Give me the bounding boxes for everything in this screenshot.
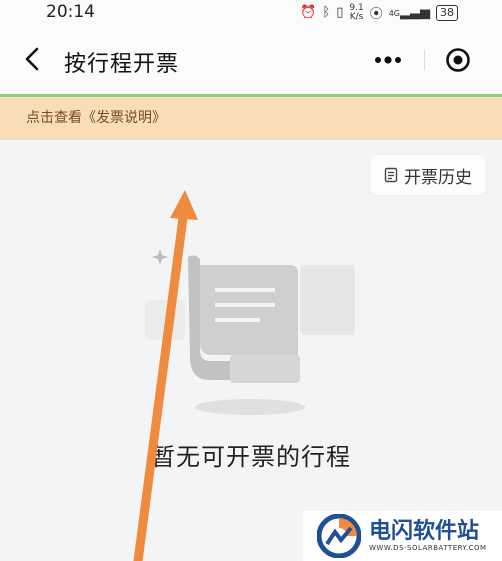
close-miniprogram-button[interactable] <box>434 40 482 80</box>
watermark-url: WWW.DS-SOLARBATTERY.COM <box>369 544 487 552</box>
signal-icon: 4G▂▃▅ <box>388 5 430 20</box>
invoice-notice-banner[interactable]: 点击查看《发票说明》 <box>0 97 502 140</box>
wifi-icon: ⦿ <box>369 7 383 22</box>
more-button[interactable] <box>352 40 424 80</box>
empty-invoice-illustration <box>145 249 355 415</box>
more-dots-icon <box>375 56 401 64</box>
chevron-left-icon <box>25 47 39 71</box>
status-time: 20:14 <box>46 2 95 22</box>
vibrate-icon: ▯ <box>336 5 344 20</box>
bluetooth-icon: ᛒ <box>322 5 331 20</box>
invoice-history-button[interactable]: 开票历史 <box>370 155 486 195</box>
battery-indicator: 38 <box>436 4 458 21</box>
page-title: 按行程开票 <box>64 52 180 77</box>
watermark-title: 电闪软件站 <box>369 519 480 544</box>
empty-state-text: 暂无可开票的行程 <box>151 443 351 471</box>
watermark: 电闪软件站 WWW.DS-SOLARBATTERY.COM <box>303 511 502 561</box>
target-icon <box>446 48 470 72</box>
status-icons: ⏰ ᛒ ▯ 9.1 K/s ⦿ 4G▂▃▅ 38 <box>300 3 458 22</box>
alarm-icon: ⏰ <box>300 5 317 20</box>
site-logo <box>317 514 361 558</box>
miniprogram-capsule <box>352 40 490 80</box>
back-button[interactable] <box>18 44 48 74</box>
status-bar: 20:14 ⏰ ᛒ ▯ 9.1 K/s ⦿ 4G▂▃▅ 38 <box>0 0 502 26</box>
document-icon <box>384 167 398 183</box>
network-speed: 9.1 K/s <box>349 2 364 22</box>
notice-text[interactable]: 点击查看《发票说明》 <box>26 110 166 126</box>
history-label: 开票历史 <box>404 167 472 188</box>
capsule-divider <box>424 50 425 70</box>
navigation-bar: 按行程开票 <box>0 26 502 94</box>
